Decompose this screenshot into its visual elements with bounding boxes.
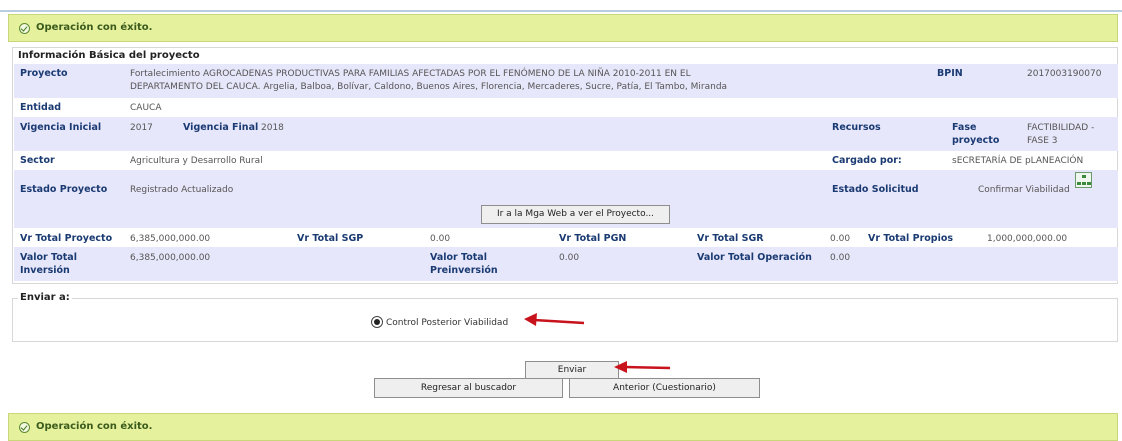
valor-total-preinversion-label-line2: Preinversión xyxy=(430,265,498,276)
success-check-icon xyxy=(19,422,30,433)
vr-total-proyecto-value: 6,385,000,000.00 xyxy=(130,234,211,244)
vr-total-pgn-label: Vr Total PGN xyxy=(559,233,627,244)
valor-total-inversion-value: 6,385,000,000.00 xyxy=(130,253,211,263)
entidad-label: Entidad xyxy=(20,102,62,113)
project-info-title: Información Básica del proyecto xyxy=(18,50,200,61)
send-to-legend: Enviar a: xyxy=(18,292,72,303)
fase-label-line2: proyecto xyxy=(952,135,1000,146)
annotation-arrow-icon xyxy=(614,361,671,373)
proyecto-name-line2: DEPARTAMENTO DEL CAUCA. Argelia, Balboa,… xyxy=(130,82,728,92)
fase-label-line1: Fase xyxy=(952,122,977,133)
proyecto-label: Proyecto xyxy=(20,68,68,79)
vr-total-propios-value: 1,000,000,000.00 xyxy=(987,234,1068,244)
proyecto-name-line1: Fortalecimiento AGROCADENAS PRODUCTIVAS … xyxy=(130,69,691,79)
estado-solicitud-value: Confirmar Viabilidad xyxy=(978,185,1070,195)
vigencia-inicial-label: Vigencia Inicial xyxy=(20,122,102,133)
row-vigencia: Vigencia Inicial 2017 Vigencia Final 201… xyxy=(14,117,1118,151)
row-proyecto: Proyecto Fortalecimiento AGROCADENAS PRO… xyxy=(14,64,1118,98)
sector-value: Agricultura y Desarrollo Rural xyxy=(130,156,263,166)
row-entidad: Entidad CAUCA xyxy=(14,98,1118,117)
hierarchy-tree-icon[interactable] xyxy=(1075,172,1092,188)
success-banner-top: Operación con éxito. xyxy=(8,14,1118,42)
bpin-value: 2017003190070 xyxy=(1027,69,1102,79)
row-valores-totales: Valor Total Inversión 6,385,000,000.00 V… xyxy=(14,247,1118,281)
previous-questionnaire-button[interactable]: Anterior (Cuestionario) xyxy=(569,378,760,398)
vigencia-final-label: Vigencia Final xyxy=(183,122,259,133)
success-banner-bottom: Operación con éxito. xyxy=(8,413,1118,441)
fase-value-line1: FACTIBILIDAD - xyxy=(1027,123,1095,133)
fase-value-line2: FASE 3 xyxy=(1027,136,1058,146)
estado-solicitud-label: Estado Solicitud xyxy=(832,184,919,195)
control-posterior-label[interactable]: Control Posterior Viabilidad xyxy=(386,317,508,329)
vr-total-proyecto-label: Vr Total Proyecto xyxy=(20,233,113,244)
cargado-por-value: sECRETARÍA DE pLANEACIÓN xyxy=(952,156,1084,166)
vigencia-final-value: 2018 xyxy=(261,123,284,133)
success-message: Operación con éxito. xyxy=(36,421,153,432)
recursos-label: Recursos xyxy=(832,122,881,133)
success-message: Operación con éxito. xyxy=(36,22,153,33)
vr-total-sgr-value: 0.00 xyxy=(830,234,851,244)
estado-proyecto-label: Estado Proyecto xyxy=(20,184,108,195)
vr-total-propios-label: Vr Total Propios xyxy=(868,233,954,244)
vr-total-sgp-label: Vr Total SGP xyxy=(297,233,364,244)
valor-total-inversion-label-line1: Valor Total xyxy=(20,252,77,263)
vr-total-sgp-value: 0.00 xyxy=(430,234,451,244)
vigencia-inicial-value: 2017 xyxy=(130,123,153,133)
row-vr-totales: Vr Total Proyecto 6,385,000,000.00 Vr To… xyxy=(14,228,1118,247)
valor-total-operacion-value: 0.00 xyxy=(830,253,851,263)
valor-total-inversion-label-line2: Inversión xyxy=(20,265,70,276)
bpin-label: BPIN xyxy=(937,68,963,79)
back-to-search-button[interactable]: Regresar al buscador xyxy=(374,378,563,398)
row-sector: Sector Agricultura y Desarrollo Rural Ca… xyxy=(14,151,1118,170)
estado-proyecto-value: Registrado Actualizado xyxy=(130,185,234,195)
control-posterior-radio[interactable] xyxy=(371,316,383,328)
sector-label: Sector xyxy=(20,155,55,166)
valor-total-operacion-label: Valor Total Operación xyxy=(697,252,812,263)
mga-web-button[interactable]: Ir a la Mga Web a ver el Proyecto... xyxy=(481,205,670,224)
valor-total-preinversion-value: 0.00 xyxy=(559,253,580,263)
success-check-icon xyxy=(19,23,30,34)
cargado-por-label: Cargado por: xyxy=(832,155,902,166)
annotation-arrow-icon xyxy=(524,313,585,326)
vr-total-sgr-label: Vr Total SGR xyxy=(697,233,764,244)
send-button[interactable]: Enviar xyxy=(525,361,619,379)
entidad-value: CAUCA xyxy=(130,103,162,113)
valor-total-preinversion-label-line1: Valor Total xyxy=(430,252,487,263)
top-divider xyxy=(0,10,1122,12)
